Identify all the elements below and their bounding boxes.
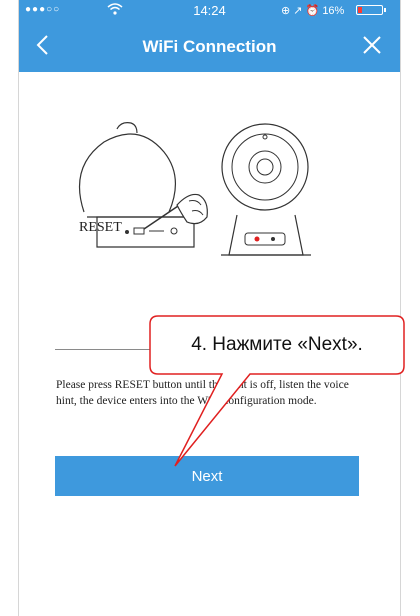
- top-bar: ●●●○○ 14:24 ⊕ ↗ ⏰ 16% WiFi Connection: [19, 0, 400, 72]
- close-button[interactable]: [357, 30, 387, 60]
- battery-percent: 16%: [322, 5, 345, 17]
- system-icons: ⊕ ↗ ⏰ 16%: [281, 4, 344, 17]
- battery-icon: [356, 5, 383, 15]
- camera-front-illustration: [207, 115, 327, 275]
- status-system-glyphs: ⊕ ↗ ⏰: [281, 5, 320, 17]
- next-button[interactable]: Next: [55, 456, 359, 496]
- battery-level: [358, 7, 362, 13]
- callout-text: 4. Нажмите «Next».: [191, 334, 363, 355]
- navigation-bar: WiFi Connection: [19, 22, 400, 72]
- page-title: WiFi Connection: [142, 37, 277, 56]
- close-icon: [363, 36, 381, 54]
- phone-screen: ●●●○○ 14:24 ⊕ ↗ ⏰ 16% WiFi Connection RE…: [18, 0, 401, 616]
- camera-back-illustration: [49, 117, 219, 267]
- reset-label: RESET: [79, 220, 122, 235]
- instruction-text: Please press RESET button until the ligh…: [56, 379, 349, 407]
- battery-tip: [384, 8, 386, 12]
- status-bar: ●●●○○ 14:24 ⊕ ↗ ⏰ 16%: [19, 0, 400, 22]
